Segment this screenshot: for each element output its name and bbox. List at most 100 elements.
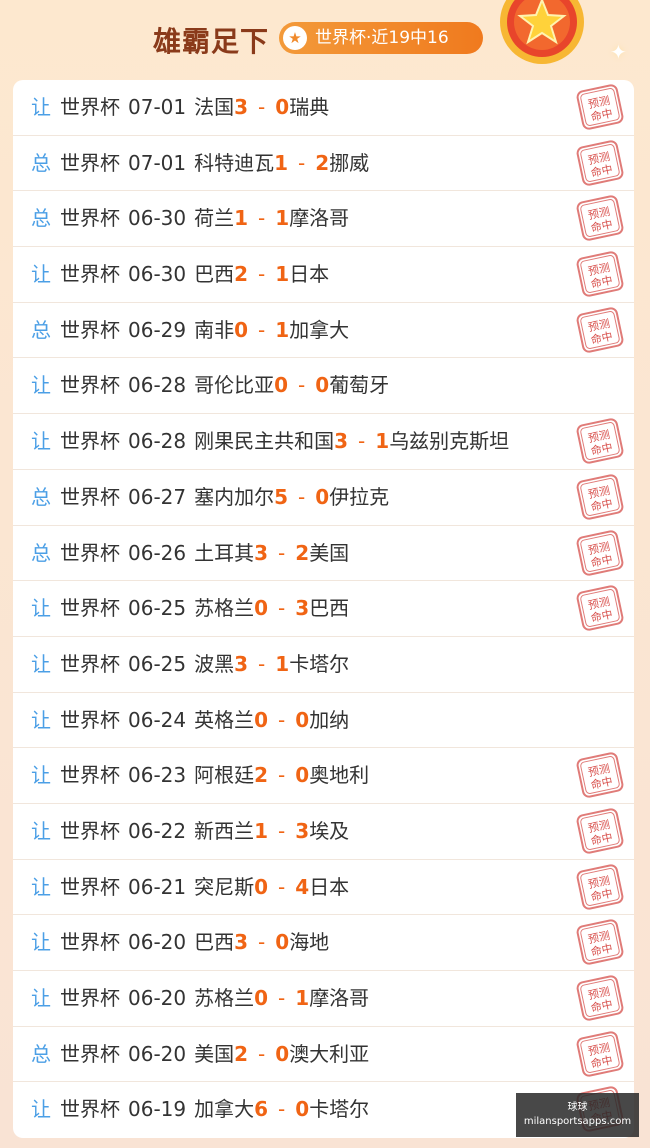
list-item[interactable]: 总世界杯 07-01 科特迪瓦1-2挪威 预测 命中 [13,136,634,192]
score-separator: - [278,1097,286,1122]
list-item[interactable]: 让世界杯 07-01 法国3-0瑞典 预测 命中 [13,80,634,136]
list-item[interactable]: 总世界杯 06-26 土耳其3-2美国 预测 命中 [13,526,634,582]
away-score: 0 [275,1041,290,1066]
away-score: 2 [295,540,310,565]
list-item[interactable]: 让世界杯 06-21 突尼斯0-4日本 预测 命中 [13,860,634,916]
home-score: 0 [254,874,269,899]
list-item[interactable]: 让世界杯 06-24 英格兰0-0加纳 [13,693,634,749]
list-item[interactable]: 总世界杯 06-29 南非0-1加拿大 预测 命中 [13,303,634,359]
match-date: 06-23 [128,763,187,788]
league-name: 世界杯 [60,930,120,955]
score-separator: - [258,262,266,287]
bet-type-tag: 让 [31,262,51,287]
league-name: 世界杯 [60,818,120,843]
prediction-hit-stamp-icon: 预测命中 [576,919,624,965]
away-team: 美国 [309,540,350,565]
bet-type-tag: 让 [31,1097,51,1122]
league-name: 世界杯 [60,317,120,342]
match-info: 世界杯 06-29 南非0-1加拿大 [60,303,349,358]
score-separator: - [298,484,306,509]
match-info: 世界杯 07-01 法国3-0瑞典 [60,80,329,135]
score-separator: - [278,596,286,621]
bet-type-tag: 总 [31,484,51,509]
score-separator: - [278,818,286,843]
list-item[interactable]: 让世界杯 06-28 哥伦比亚0-0葡萄牙 [13,358,634,415]
away-team: 加拿大 [289,317,350,342]
away-score: 1 [275,317,290,342]
home-team: 苏格兰 [194,596,255,621]
bet-type-tag: 总 [31,317,51,342]
match-info: 世界杯 06-19 加拿大6-0卡塔尔 [60,1082,369,1137]
league-name: 世界杯 [60,763,120,788]
match-date: 06-28 [128,429,187,454]
score-separator: - [358,429,366,454]
list-item[interactable]: 让世界杯 06-25 波黑3-1卡塔尔 [13,637,634,693]
bet-type-tag: 让 [31,763,51,788]
list-item[interactable]: 让世界杯 06-22 新西兰1-3埃及 预测 命中 [13,804,634,860]
prediction-hit-stamp-icon: 预测命中 [576,863,624,910]
match-teams: 英格兰0-0加纳 [194,708,349,732]
match-info: 世界杯 06-27 塞内加尔5-0伊拉克 [60,470,389,525]
bet-type-tag: 总 [31,540,51,565]
home-score: 0 [234,317,249,342]
league-name: 世界杯 [60,1097,120,1122]
bet-type-tag: 总 [31,206,51,231]
home-team: 英格兰 [194,707,255,732]
page-title: 雄霸足下 [153,25,270,58]
match-date: 06-27 [128,484,187,509]
list-item[interactable]: 总世界杯 06-30 荷兰1-1摩洛哥 预测 命中 [13,191,634,248]
away-team: 加纳 [309,707,350,732]
home-score: 6 [254,1097,269,1122]
header: 雄霸足下 ★ 世界杯·近19中16 ✦ [0,0,650,78]
match-date: 06-19 [128,1097,187,1122]
list-item[interactable]: 总世界杯 06-20 美国2-0澳大利亚 预测 命中 [13,1027,634,1083]
home-score: 1 [274,150,289,175]
bet-type-tag: 总 [31,150,51,175]
medal-star-icon [500,0,584,64]
list-item[interactable]: 让世界杯 06-25 苏格兰0-3巴西 预测 命中 [13,581,634,637]
away-team: 葡萄牙 [329,373,390,398]
list-item[interactable]: 总世界杯 06-27 塞内加尔5-0伊拉克 预测 命中 [13,470,634,526]
list-item[interactable]: 让世界杯 06-23 阿根廷2-0奥地利 预测 命中 [13,748,634,804]
home-score: 3 [234,930,249,955]
score-separator: - [298,150,306,175]
home-score: 2 [234,1041,249,1066]
prediction-hit-stamp-icon: 预测命中 [576,140,624,186]
away-score: 0 [275,930,290,955]
prediction-hit-stamp-icon: 预测命中 [576,418,624,464]
list-item[interactable]: 让世界杯 06-20 巴西3-0海地 预测 命中 [13,915,634,971]
match-date: 06-21 [128,874,187,899]
match-date: 06-30 [128,262,187,287]
match-date: 07-01 [128,95,187,119]
score-separator: - [258,651,266,676]
match-date: 06-25 [128,596,187,621]
home-team: 巴西 [194,262,235,287]
match-date: 06-29 [128,317,187,342]
match-info: 世界杯 06-28 哥伦比亚0-0葡萄牙 [60,358,389,413]
away-team: 海地 [289,930,330,955]
score-separator: - [258,206,266,231]
list-item[interactable]: 让世界杯 06-28 刚果民主共和国3-1乌兹别克斯坦 预测 命中 [13,414,634,470]
list-item[interactable]: 让世界杯 06-20 苏格兰0-1摩洛哥 预测 命中 [13,971,634,1027]
away-team: 日本 [309,874,350,899]
away-team: 伊拉克 [329,484,390,509]
away-score: 2 [315,150,330,175]
league-name: 世界杯 [60,540,120,565]
list-item[interactable]: 让世界杯 06-30 巴西2-1日本 预测 命中 [13,247,634,303]
home-team: 科特迪瓦 [194,150,275,175]
league-name: 世界杯 [60,596,120,621]
match-teams: 法国3-0瑞典 [194,95,329,119]
prediction-hit-stamp-icon: 预测命中 [576,84,624,130]
league-name: 世界杯 [60,429,120,454]
match-date: 06-30 [128,206,187,231]
star-icon: ★ [283,26,307,50]
bet-type-tag: 让 [31,818,51,843]
match-teams: 苏格兰0-3巴西 [194,596,349,620]
score-separator: - [258,95,266,119]
home-team: 波黑 [194,651,235,676]
away-team: 巴西 [309,596,350,621]
match-teams: 美国2-0澳大利亚 [194,1042,369,1066]
record-badge-label: 世界杯·近19中16 [315,28,449,48]
watermark-line-2: milansportsapps.com [523,1116,632,1127]
away-team: 卡塔尔 [309,1097,370,1122]
